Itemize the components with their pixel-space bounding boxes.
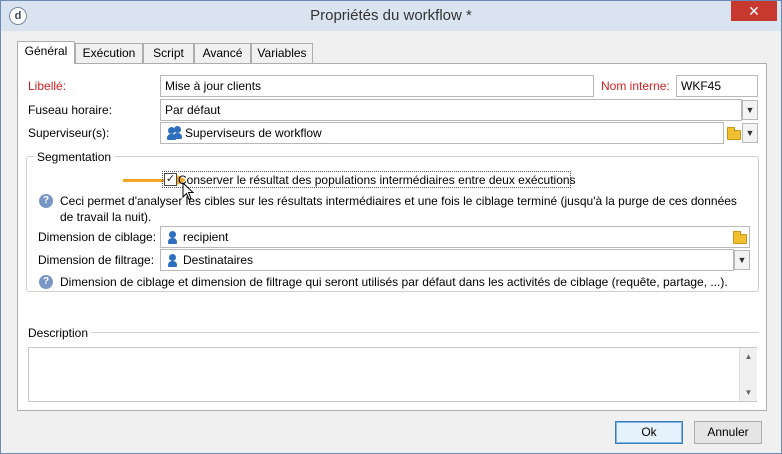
dimension-help-text: Dimension de ciblage et dimension de fil… xyxy=(60,275,728,289)
person-icon xyxy=(168,254,177,267)
libelle-input[interactable]: Mise à jour clients xyxy=(160,75,594,97)
ciblage-value: recipient xyxy=(183,230,229,244)
scroll-down-icon[interactable]: ▼ xyxy=(740,384,757,401)
window-title: Propriétés du workflow * xyxy=(310,7,472,24)
fuseau-dropdown-arrow-icon[interactable]: ▼ xyxy=(742,100,758,120)
description-separator xyxy=(26,332,759,333)
filtrage-value: Destinataires xyxy=(183,253,254,267)
tab-execution[interactable]: Exécution xyxy=(75,43,143,63)
filtrage-label: Dimension de filtrage: xyxy=(38,253,155,267)
ciblage-input[interactable]: recipient xyxy=(160,226,750,248)
ciblage-label: Dimension de ciblage: xyxy=(38,230,157,244)
nom-interne-input[interactable]: WKF45 xyxy=(676,75,758,97)
fuseau-horaire-label: Fuseau horaire: xyxy=(28,103,113,117)
filtrage-dropdown-arrow-icon[interactable]: ▼ xyxy=(734,250,750,270)
superviseur-folder-icon[interactable] xyxy=(727,127,741,140)
scroll-up-icon[interactable]: ▲ xyxy=(740,348,757,365)
tab-avance[interactable]: Avancé xyxy=(194,43,251,63)
tab-script[interactable]: Script xyxy=(143,43,194,63)
nom-interne-label: Nom interne: xyxy=(601,79,670,93)
group-icon xyxy=(167,126,183,140)
title-bar[interactable]: d Propriétés du workflow * ✕ xyxy=(1,1,781,31)
help-icon: ? xyxy=(39,194,53,208)
superviseur-input[interactable]: Superviseurs de workflow xyxy=(160,122,724,144)
description-textarea[interactable] xyxy=(28,347,757,402)
libelle-label: Libellé: xyxy=(28,79,67,93)
superviseur-value: Superviseurs de workflow xyxy=(185,126,322,140)
tab-general[interactable]: Général xyxy=(17,41,75,64)
description-scrollbar[interactable]: ▲ ▼ xyxy=(739,348,757,401)
ciblage-folder-icon[interactable] xyxy=(733,231,747,244)
superviseur-label: Superviseur(s): xyxy=(28,126,110,140)
filtrage-select[interactable]: Destinataires xyxy=(160,249,734,271)
close-button[interactable]: ✕ xyxy=(731,1,777,21)
keep-results-label[interactable]: Conserver le résultat des populations in… xyxy=(178,173,576,187)
cancel-button[interactable]: Annuler xyxy=(694,421,762,444)
general-tab-panel: Libellé: Mise à jour clients Nom interne… xyxy=(17,63,767,411)
description-title: Description xyxy=(26,326,92,340)
workflow-properties-dialog: d Propriétés du workflow * ✕ Général Exé… xyxy=(0,0,782,454)
tab-variables[interactable]: Variables xyxy=(251,43,313,63)
fuseau-horaire-select[interactable]: Par défaut xyxy=(160,99,742,121)
ok-button[interactable]: Ok xyxy=(615,421,683,444)
person-icon xyxy=(168,231,177,244)
help-icon: ? xyxy=(39,275,53,289)
segmentation-help-text: Ceci permet d'analyser les cibles sur le… xyxy=(60,194,737,224)
superviseur-dropdown-arrow-icon[interactable]: ▼ xyxy=(742,123,758,143)
segmentation-title: Segmentation xyxy=(34,150,115,164)
